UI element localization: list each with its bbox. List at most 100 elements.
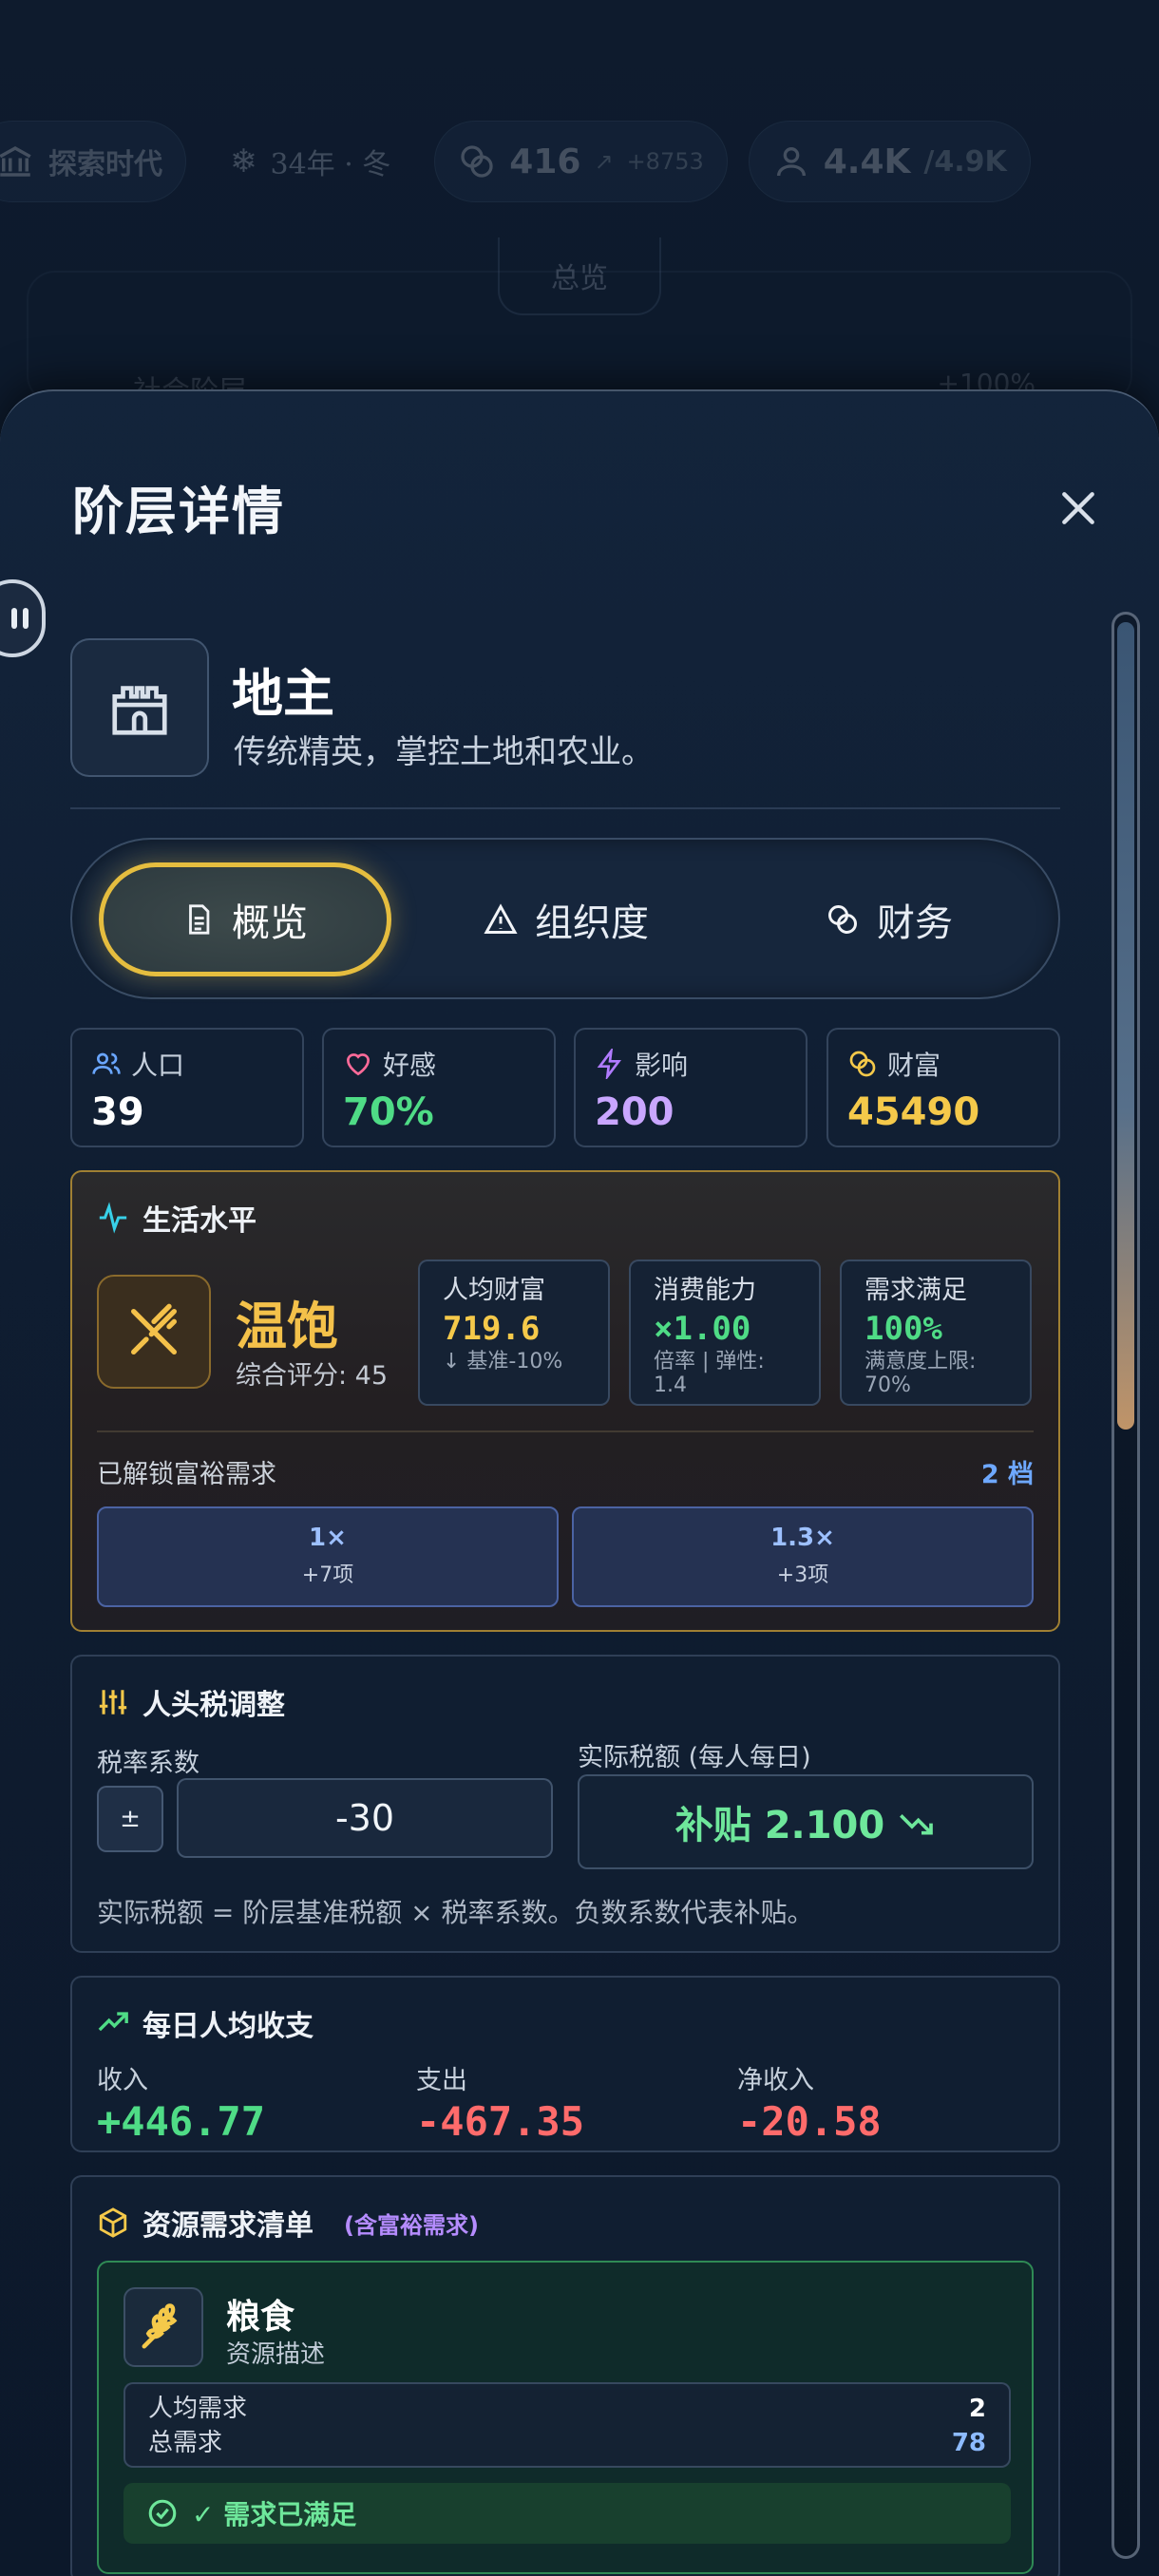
unlocked-needs-label: 已解锁富裕需求: [97, 1460, 276, 1489]
stat-influence-value: 200: [595, 1090, 674, 1134]
net-block: 净收入 -20.58: [737, 2059, 882, 2145]
stat-wealth-value: 45490: [847, 1090, 980, 1134]
tier-count: +3项: [776, 1563, 829, 1587]
stratum-name: 地主: [232, 663, 334, 724]
metric-needs-met: 需求满足 100% 满意度上限: 70%: [840, 1260, 1032, 1406]
metric-value: 100%: [864, 1310, 942, 1348]
net-value: -20.58: [737, 2098, 882, 2145]
living-level-name: 温饱: [236, 1296, 338, 1356]
per-capita-row: 人均需求 2: [148, 2392, 986, 2426]
tab-organization-label: 组织度: [535, 901, 649, 945]
expense-value: -467.35: [416, 2098, 585, 2145]
stratum-description: 传统精英，掌控土地和农业。: [234, 733, 654, 771]
close-icon: [1062, 492, 1094, 524]
castle-icon: [70, 638, 209, 777]
income-label: 收入: [97, 2066, 148, 2095]
rate-label: 税率系数: [97, 1749, 200, 1778]
actual-tax-display: 补贴 2.100: [578, 1774, 1034, 1869]
detail-tabs: 概览 组织度 财务: [70, 838, 1060, 999]
metric-value: 719.6: [443, 1310, 541, 1348]
lightning-icon: [597, 1049, 621, 1079]
tab-finance-label: 财务: [877, 901, 953, 945]
resource-name: 粮食: [226, 2297, 295, 2337]
income-value: +446.77: [97, 2098, 266, 2145]
trend-up-icon: [98, 2012, 128, 2032]
modal-title: 阶层详情: [72, 481, 285, 541]
stat-influence-label: 影响: [635, 1050, 689, 1081]
stratum-header: 地主 传统精英，掌控土地和农业。: [70, 610, 1060, 809]
metric-note: ↓ 基准-10%: [443, 1350, 563, 1373]
total-row: 总需求 78: [148, 2426, 986, 2460]
net-label: 净收入: [737, 2066, 814, 2095]
document-icon: [189, 904, 210, 935]
expense-label: 支出: [416, 2066, 467, 2095]
per-capita-value: 2: [968, 2395, 986, 2423]
scrollbar-thumb[interactable]: [1117, 622, 1134, 1430]
metric-wealth-per-capita: 人均财富 719.6 ↓ 基准-10%: [418, 1260, 610, 1406]
close-button[interactable]: [1045, 475, 1112, 541]
stat-approval-label: 好感: [383, 1050, 437, 1081]
tax-rate-input[interactable]: [177, 1778, 553, 1858]
stats-row: 人口 39 好感 70% 影响 200 财富 45490: [70, 1028, 1060, 1147]
resource-needs-title: 资源需求清单: [142, 2209, 314, 2243]
pulse-icon: [99, 1202, 127, 1234]
tax-explanation: 实际税额 = 阶层基准税额 × 税率系数。负数系数代表补贴。: [97, 1897, 814, 1928]
warning-icon: [484, 903, 518, 934]
daily-balance-header: 每日人均收支: [97, 2002, 314, 2044]
side-drawer-handle[interactable]: [0, 579, 46, 657]
resource-needs-header: 资源需求清单 (含富裕需求): [97, 2202, 479, 2244]
resource-item-grain[interactable]: 粮食 资源描述 人均需求 2 总需求 78 ✓ 需求已满足: [97, 2261, 1034, 2574]
scrollbar[interactable]: [1112, 612, 1140, 2559]
living-standard-card: 生活水平 温饱 综合评分: 45 人均财富 719.6 ↓ 基准-10% 消费能…: [70, 1170, 1060, 1632]
tab-finance[interactable]: 财务: [737, 862, 1041, 976]
stat-population-value: 39: [91, 1090, 144, 1134]
wheat-icon: [124, 2287, 203, 2367]
actual-tax-value: 补贴 2.100: [674, 1804, 885, 1847]
box-icon: [99, 2207, 127, 2238]
metric-note: 满意度上限: 70%: [864, 1350, 977, 1398]
coins-icon: [849, 1051, 876, 1077]
tab-organization[interactable]: 组织度: [414, 862, 718, 976]
sign-toggle-button[interactable]: ±: [97, 1786, 163, 1852]
tier-multiplier: 1×: [309, 1524, 347, 1552]
heart-icon: [346, 1053, 370, 1076]
resource-needs-card: 资源需求清单 (含富裕需求) 粮食 资源描述 人均需求 2 总需求 78 ✓ 需…: [70, 2175, 1060, 2576]
stat-population: 人口 39: [70, 1028, 304, 1147]
living-standard-header: 生活水平: [97, 1197, 256, 1239]
stat-population-label: 人口: [131, 1050, 185, 1081]
head-tax-header: 人头税调整: [97, 1681, 285, 1723]
modal-content: 地主 传统精英，掌控土地和农业。 概览 组织度 财务 人口 39 好感 70% …: [70, 610, 1060, 2576]
resource-demand-table: 人均需求 2 总需求 78: [124, 2382, 1011, 2468]
stat-influence: 影响 200: [574, 1028, 808, 1147]
divider: [97, 1430, 1034, 1432]
stat-approval: 好感 70%: [322, 1028, 556, 1147]
metric-title: 需求满足: [864, 1276, 967, 1305]
sliders-icon: [99, 1690, 127, 1714]
metric-consumption: 消费能力 ×1.00 倍率 | 弹性: 1.4: [629, 1260, 821, 1406]
total-value: 78: [951, 2429, 986, 2457]
tab-overview[interactable]: 概览: [99, 862, 391, 976]
stratum-detail-modal: 阶层详情 地主 传统精英，掌控土地和农业。 概览 组织度 财务 人口 39 好感…: [0, 389, 1159, 2576]
tier-multiplier: 1.3×: [770, 1524, 835, 1552]
wealth-tier-2[interactable]: 1.3× +3项: [572, 1506, 1034, 1607]
actual-tax-label: 实际税额 (每人每日): [578, 1743, 811, 1772]
trend-down-icon: [900, 1814, 934, 1835]
living-standard-title: 生活水平: [142, 1204, 256, 1238]
living-score: 综合评分: 45: [236, 1361, 389, 1391]
per-capita-label: 人均需求: [148, 2395, 248, 2423]
stat-approval-value: 70%: [343, 1090, 434, 1134]
wealth-tier-1[interactable]: 1× +7项: [97, 1506, 559, 1607]
tab-overview-label: 概览: [232, 901, 308, 945]
tier-count: +7项: [301, 1563, 354, 1587]
resource-description: 资源描述: [226, 2340, 326, 2369]
demand-met-text: ✓ 需求已满足: [192, 2499, 357, 2530]
people-icon: [92, 1052, 121, 1074]
unlocked-needs-count: 2 档: [980, 1460, 1034, 1489]
daily-balance-title: 每日人均收支: [142, 2010, 314, 2043]
resource-needs-hint: (含富裕需求): [344, 2211, 479, 2239]
demand-met-status: ✓ 需求已满足: [124, 2483, 1011, 2544]
fork-knife-icon: [97, 1275, 211, 1389]
head-tax-title: 人头税调整: [142, 1689, 285, 1722]
metric-title: 人均财富: [443, 1276, 545, 1305]
coins-icon: [828, 905, 857, 934]
